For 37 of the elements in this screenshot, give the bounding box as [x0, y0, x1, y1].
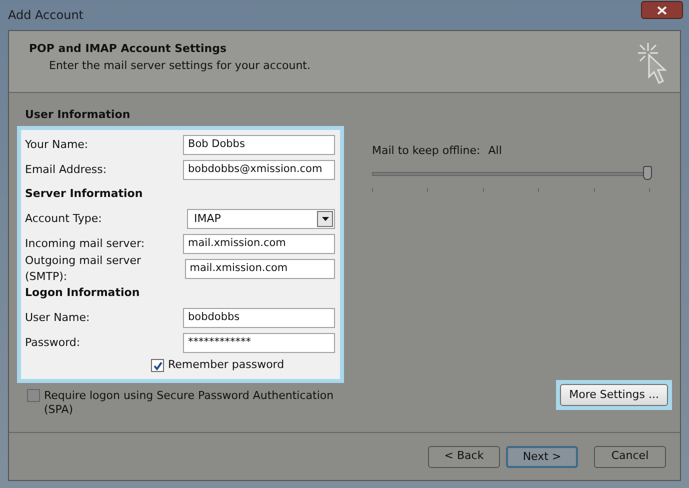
- input-field[interactable]: bobdobbs@xmission.com: [183, 160, 335, 180]
- checkbox-label: Remember password: [168, 357, 284, 374]
- close-icon: [657, 6, 667, 14]
- close-button[interactable]: [641, 1, 683, 19]
- input-field[interactable]: Bob Dobbs: [183, 135, 335, 155]
- account-type-dropdown[interactable]: IMAP: [187, 209, 335, 229]
- slider-thumb[interactable]: [643, 166, 652, 180]
- input-field[interactable]: mail.xmission.com: [183, 234, 335, 254]
- dialog-button[interactable]: Next >: [506, 446, 578, 468]
- page-subtitle: Enter the mail server settings for your account.: [48, 58, 310, 74]
- offline-label: Mail to keep offline:: [372, 143, 480, 159]
- checkbox[interactable]: [27, 388, 40, 402]
- input-field[interactable]: bobdobbs: [183, 308, 335, 328]
- field-label: User Name:: [25, 310, 90, 326]
- dialog-button[interactable]: < Back: [428, 446, 500, 468]
- field-label: Your Name:: [25, 136, 88, 153]
- field-label: Outgoing mail server (SMTP):: [25, 252, 142, 285]
- checkbox-label: Require logon using Secure Password Authentication (SPA): [44, 388, 334, 416]
- input-field[interactable]: mail.xmission.com: [184, 259, 335, 279]
- checkbox[interactable]: [151, 359, 164, 372]
- section-heading: Logon Information: [25, 285, 141, 302]
- more-settings-button[interactable]: More Settings ...: [560, 384, 668, 406]
- page-heading: POP and IMAP Account Settings: [29, 41, 228, 57]
- window-title: Add Account: [8, 7, 84, 24]
- offline-slider[interactable]: [372, 166, 654, 182]
- password-field[interactable]: ************: [183, 333, 335, 353]
- dropdown-button[interactable]: [317, 211, 333, 227]
- section-heading: Server Information: [25, 186, 144, 202]
- cursor-sparkle-icon: [636, 41, 670, 85]
- caret-icon: [322, 217, 328, 221]
- dialog-button[interactable]: Cancel: [594, 446, 666, 468]
- field-label: Email Address:: [25, 162, 107, 178]
- section-heading: User Information: [24, 107, 132, 123]
- field-label: Account Type:: [25, 210, 102, 227]
- offline-value: All: [488, 143, 502, 159]
- field-label: Incoming mail server:: [25, 236, 145, 252]
- password-label: Password:: [25, 334, 80, 351]
